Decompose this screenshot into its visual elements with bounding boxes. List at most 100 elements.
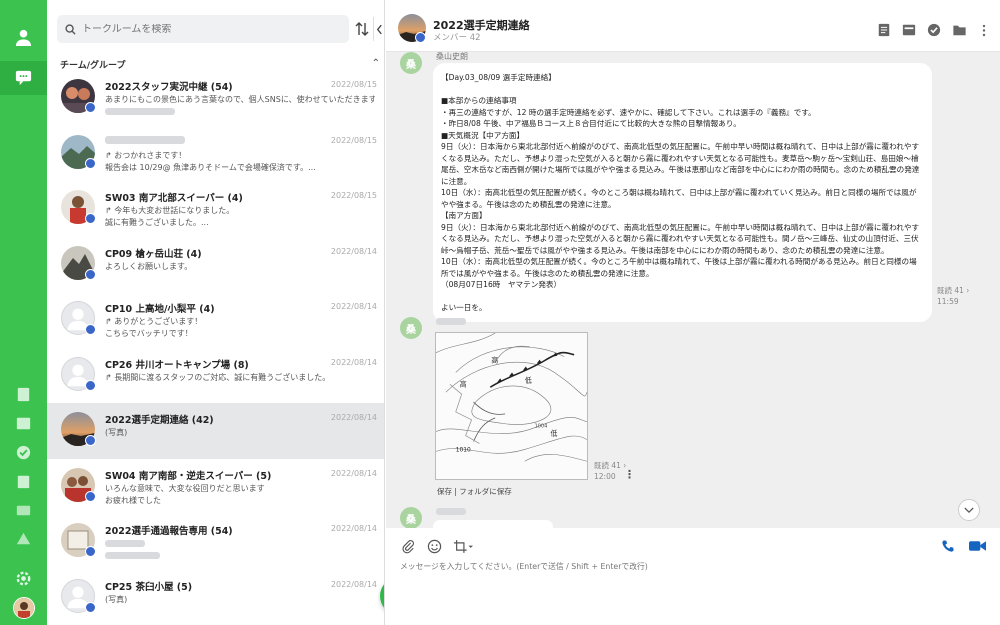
album-icon[interactable] [13,413,34,434]
room-list: 2022スタッフ実況中継 (54) 2022/08/15 あまりにもこの景色にあ… [47,70,384,625]
svg-text:低: 低 [550,429,557,438]
group-badge-icon [85,490,96,502]
room-preview: ↱ 今年も大変お世話になりました。 誠に有難うございました。... [105,206,235,227]
svg-text:1004: 1004 [535,424,548,430]
chat-header-tools [876,22,992,38]
room-search-box[interactable] [57,15,349,43]
group-badge-icon [85,546,96,557]
screenshot-crop-icon[interactable] [452,538,474,554]
chat-header: 2022選手定期連絡 メンバー 42 [386,0,1000,52]
voice-call-phone-icon[interactable] [940,538,956,554]
room-date: 2022/08/15 [330,80,377,89]
room-date: 2022/08/15 [330,191,377,200]
room-item[interactable]: CP10 上高地/小梨平 (4) 2022/08/14 ↱ ありがとうございます… [47,292,384,348]
room-name: CP26 井川オートキャンプ場 (8) [105,359,249,371]
room-preview: ↱ ありがとうございます！ こちらでバッチリです！ [105,317,203,338]
group-badge-icon [85,601,96,613]
read-count[interactable]: 既読 41 › [937,285,969,296]
drive-icon[interactable] [13,529,34,550]
room-item[interactable]: 2022/08/15 ↱ おつかれさまです！ 報告会は 10/29@ 魚津ありそ… [47,126,384,182]
attach-paperclip-icon[interactable] [400,538,416,554]
room-name: 2022選手通過報告専用 (54) [105,526,233,537]
weather-map-image[interactable]: 高 低 高 低 1010 1004 [435,332,588,480]
group-badge-icon [85,379,96,391]
room-date: 2022/08/14 [330,413,377,422]
room-item[interactable]: SW04 南ア南部・逆走スイーパー (5) 2022/08/14 いろんな意味で… [47,459,384,515]
room-name: 2022選手定期連絡 (42) [105,415,214,426]
room-date: 2022/08/14 [330,524,377,533]
sender-name-blurred [436,507,466,516]
room-item[interactable]: 2022選手通過報告専用 (54) 2022/08/14 [47,514,384,570]
group-badge-icon [85,102,96,113]
message-bubble[interactable]: 【Day.03_08/09 選手定時連絡】 ■本部からの連絡事項 ・再三の連絡で… [433,63,932,322]
room-preview: ↱ 長期間に渡るスタッフのご対応、誠に有難うございました。 [105,372,331,382]
room-preview: ↱ おつかれさまです！ 報告会は 10/29@ 魚津ありそドームで会場確保済です… [105,150,316,172]
room-name: CP09 槍ヶ岳山荘 (4) [105,248,202,260]
collapse-panel-chevron-icon[interactable] [373,17,384,41]
composer-tools [400,538,474,554]
room-preview: (写真) [105,594,128,604]
scroll-to-bottom-button[interactable] [958,499,980,521]
room-item-selected[interactable]: 2022選手定期連絡 (42) 2022/08/14 (写真) [47,403,384,459]
room-name [105,135,185,146]
friends-icon[interactable] [13,27,34,48]
room-item[interactable]: 2022スタッフ実況中継 (54) 2022/08/15 あまりにもこの景色にあ… [47,70,384,126]
message-time: 12:00 [594,472,616,481]
album-icon[interactable] [901,22,917,38]
chat-room-panel: 2022選手定期連絡 メンバー 42 桑 桑山史朗 【Day.03_08/09 … [386,0,1000,625]
image-save-actions[interactable]: 保存 | フォルダに保存 [437,486,512,497]
room-item[interactable]: CP09 槍ヶ岳山荘 (4) 2022/08/14 よろしくお願いします。 [47,237,384,293]
group-badge-icon [85,268,96,280]
sort-icon[interactable] [355,21,369,37]
calendar-icon[interactable] [13,471,34,492]
group-badge-icon [85,435,96,446]
group-badge-icon [415,32,426,43]
group-badge-icon [85,324,96,335]
read-count[interactable]: 既読 41 › [594,460,626,471]
room-date: 2022/08/14 [330,302,377,311]
room-preview [105,538,375,562]
room-date: 2022/08/14 [330,246,377,256]
folder-icon[interactable] [951,22,967,38]
room-name: CP25 茶臼小屋 (5) [105,581,193,593]
message-timeline: 桑 桑山史朗 【Day.03_08/09 選手定時連絡】 ■本部からの連絡事項 … [386,52,1000,528]
message-composer [386,528,1000,625]
room-item[interactable]: CP26 井川オートキャンプ場 (8) 2022/08/14 ↱ 長期間に渡るス… [47,348,384,404]
room-preview: いろんな意味で、大変な役回りだと思います お疲れ様でした [105,483,265,505]
room-search-input[interactable] [82,23,332,35]
room-date: 2022/08/14 [330,468,377,478]
sender-avatar[interactable]: 桑 [400,317,422,339]
message-bubble-partial[interactable] [433,520,553,528]
more-vertical-icon[interactable] [976,22,992,38]
notes-icon[interactable] [13,384,34,405]
group-badge-icon [85,213,96,224]
emoji-smile-icon[interactable] [426,538,442,554]
room-preview: あまりにもこの景色にあう言葉なので、個人SNSに、使わせていただきます [105,94,375,118]
group-badge-icon [85,157,96,169]
room-date: 2022/08/15 [330,135,377,145]
mail-icon[interactable] [13,500,34,521]
message-time: 11:59 [937,297,959,306]
svg-text:高: 高 [460,379,467,388]
task-check-icon[interactable] [13,442,34,463]
room-item[interactable]: SW03 南ア北部スイーパー (4) 2022/08/15 ↱ 今年も大変お世話… [47,181,384,237]
settings-gear-icon[interactable] [13,568,34,589]
member-count[interactable]: メンバー 42 [433,31,481,43]
room-item[interactable]: CP25 茶臼小屋 (5) 2022/08/14 (写真) [47,570,384,625]
chat-icon[interactable] [13,67,34,88]
talk-room-list-panel: チーム/グループ ⌃ 2022スタッフ実況中継 (54) 2022/08/15 … [47,0,385,625]
video-call-camera-icon[interactable] [968,538,986,554]
message-text: 【Day.03_08/09 選手定時連絡】 ■本部からの連絡事項 ・再三の連絡で… [441,73,920,312]
sender-avatar[interactable]: 桑 [400,507,422,528]
sender-avatar[interactable]: 桑 [400,52,422,74]
message-more-menu-icon[interactable]: ⋮ [624,468,635,481]
room-name: SW04 南ア南部・逆走スイーパー (5) [105,470,272,482]
svg-text:高: 高 [491,356,498,365]
user-avatar[interactable] [13,597,35,619]
svg-text:1010: 1010 [456,447,471,453]
app-nav-rail [0,0,47,625]
note-icon[interactable] [876,22,892,38]
room-name: 2022スタッフ実況中継 (54) [105,82,233,93]
task-check-icon[interactable] [926,22,942,38]
message-input[interactable] [400,561,986,581]
